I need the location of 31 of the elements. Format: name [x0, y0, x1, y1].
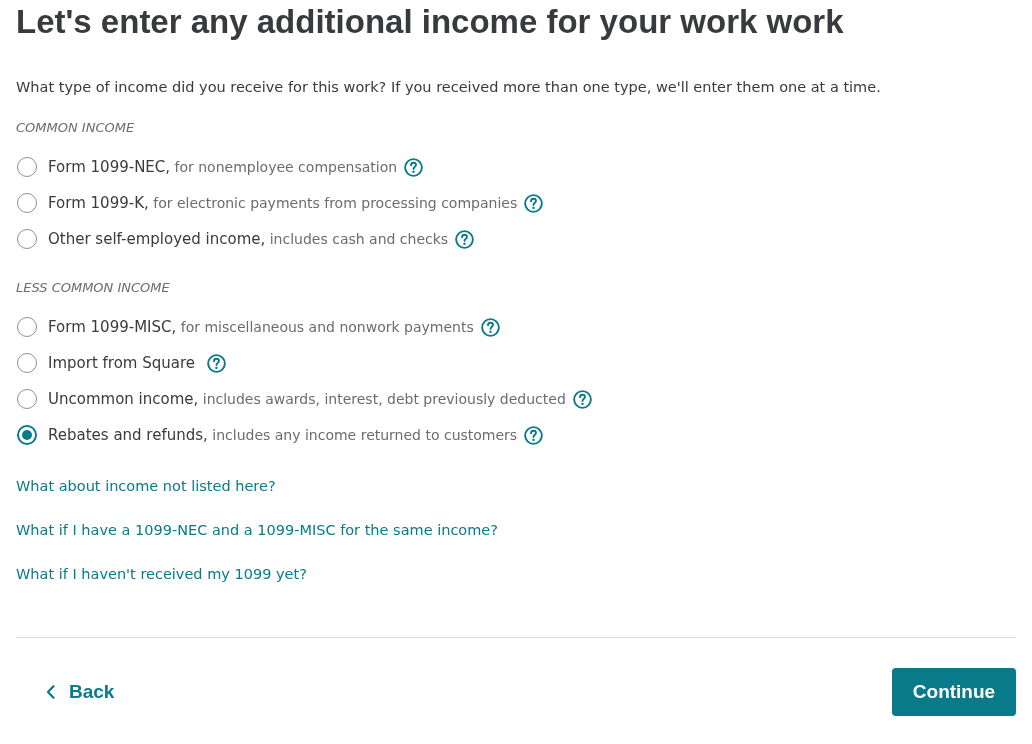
option-label[interactable]: Import from Square	[48, 353, 196, 373]
radio-button[interactable]	[17, 193, 37, 213]
help-icon[interactable]	[572, 389, 592, 409]
section-label: COMMON INCOME	[16, 119, 135, 137]
radio-button[interactable]	[17, 317, 37, 337]
radio-button[interactable]	[17, 157, 37, 177]
help-icon[interactable]	[404, 157, 424, 177]
option-label[interactable]: Form 1099-K, for electronic payments from processing companies	[48, 193, 518, 213]
page-heading: Let's enter any additional income for your work work	[16, 2, 844, 42]
help-icon[interactable]	[524, 193, 544, 213]
chevron-left-icon	[46, 685, 55, 699]
question-text: What type of income did you receive for this work? If you received more than one type, we'll enter them one at a time.	[16, 78, 881, 97]
option-label[interactable]: Form 1099-MISC, for miscellaneous and nonwork payments	[48, 317, 474, 337]
radio-button[interactable]	[17, 353, 37, 373]
option-label[interactable]: Rebates and refunds, includes any income returned to customers	[48, 425, 518, 445]
section-label: LESS COMMON INCOME	[16, 279, 170, 297]
option-label[interactable]: Other self-employed income, includes cash and checks	[48, 229, 449, 249]
help-link[interactable]: What if I haven't received my 1099 yet?	[16, 563, 307, 585]
help-link[interactable]: What if I have a 1099-NEC and a 1099-MISC for the same income?	[16, 519, 498, 541]
option-label[interactable]: Form 1099-NEC, for nonemployee compensation	[48, 157, 398, 177]
radio-button[interactable]	[17, 229, 37, 249]
help-icon[interactable]	[524, 425, 544, 445]
help-icon[interactable]	[207, 353, 227, 373]
continue-button[interactable]: Continue	[892, 668, 1016, 716]
radio-button[interactable]	[17, 425, 37, 445]
option-label[interactable]: Uncommon income, includes awards, interest, debt previously deducted	[48, 389, 566, 409]
help-icon[interactable]	[455, 229, 475, 249]
back-button[interactable]: Back	[42, 675, 119, 709]
radio-button[interactable]	[17, 389, 37, 409]
help-link[interactable]: What about income not listed here?	[16, 475, 276, 497]
help-icon[interactable]	[480, 317, 500, 337]
